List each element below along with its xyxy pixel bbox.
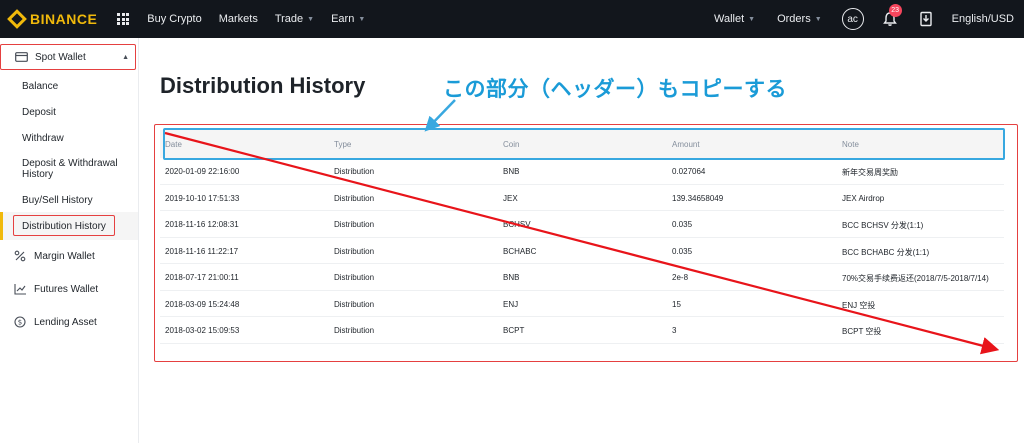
- chevron-up-icon: ▲: [122, 53, 129, 61]
- sidebar-item-buy-sell-history[interactable]: Buy/Sell History: [22, 195, 93, 206]
- cell-amount: 3: [672, 326, 677, 335]
- cell-date: 2018-07-17 21:00:11: [165, 273, 239, 282]
- cell-coin: BCPT: [503, 326, 525, 335]
- cell-type: Distribution: [334, 220, 375, 229]
- binance-logo[interactable]: BINANCE: [7, 9, 98, 29]
- cell-note: ENJ 空投: [842, 300, 876, 310]
- table-row: 2018-11-16 12:08:31 Distribution BCHSV 0.03…: [160, 211, 1004, 238]
- distribution-history-table: Date Type Coin Amount Note 2020-01-09 22…: [160, 130, 1004, 344]
- svg-text:$: $: [18, 319, 22, 327]
- cell-coin: JEX: [503, 193, 518, 203]
- cell-note: JEX Airdrop: [842, 193, 885, 203]
- wallet-card-icon: [13, 52, 29, 62]
- annotation-text: この部分（ヘッダー）もコピーする: [443, 77, 787, 101]
- language-currency-selector[interactable]: English/USD: [952, 13, 1014, 25]
- cell-amount: 0.035: [672, 220, 693, 229]
- download-app-button[interactable]: [918, 11, 934, 27]
- sidebar-item-withdraw[interactable]: Withdraw: [22, 133, 64, 144]
- table-row: 2019-10-10 17:51:33 Distribution JEX 139.34…: [160, 185, 1004, 211]
- download-icon: [919, 11, 932, 27]
- cell-type: Distribution: [334, 193, 375, 203]
- chevron-down-icon: ▼: [307, 15, 315, 23]
- cell-date: 2019-10-10 17:51:33: [165, 193, 240, 203]
- binance-logo-icon: [7, 9, 27, 29]
- notification-bell[interactable]: 23: [882, 4, 902, 27]
- cell-type: Distribution: [334, 299, 375, 309]
- cell-date: 2018-11-16 12:08:31: [165, 220, 239, 229]
- nav-orders[interactable]: Orders ▼: [777, 13, 822, 25]
- avatar[interactable]: ac: [841, 8, 864, 30]
- chevron-down-icon: ▼: [748, 15, 756, 23]
- sidebar-spot-wallet[interactable]: Spot Wallet ▲: [0, 44, 136, 70]
- sidebar-spot-wallet-label: Spot Wallet: [35, 51, 86, 63]
- nav-markets[interactable]: Markets: [219, 13, 258, 25]
- table-row: 2018-07-17 21:00:11 Distribution BNB 2e-8 70…: [160, 264, 1004, 291]
- main-nav: Buy Crypto Markets Trade ▼ Earn ▼: [147, 13, 382, 25]
- table-row: 2018-11-16 11:22:17 Distribution BCHABC 0.0…: [160, 238, 1004, 264]
- cell-type: Distribution: [334, 273, 375, 282]
- dollar-coin-icon: $: [12, 316, 28, 328]
- percent-icon: [12, 250, 28, 262]
- cell-amount: 139.34658049: [672, 193, 724, 203]
- sidebar-item-deposit-withdrawal-history[interactable]: Deposit & Withdrawal History: [22, 158, 127, 180]
- sidebar-futures-wallet-label: Futures Wallet: [34, 283, 99, 295]
- cell-amount: 0.035: [672, 246, 693, 256]
- sidebar-lending-asset[interactable]: $ Lending Asset: [0, 314, 97, 330]
- cell-date: 2020-01-09 22:16:00: [165, 167, 240, 176]
- table-row: 2018-03-02 15:09:53 Distribution BCPT 3 BCPT…: [160, 317, 1004, 344]
- apps-grid-icon[interactable]: [117, 13, 130, 25]
- chevron-down-icon: ▼: [814, 15, 822, 23]
- sidebar-futures-wallet[interactable]: Futures Wallet: [0, 281, 98, 297]
- sidebar-lending-asset-label: Lending Asset: [34, 316, 97, 328]
- active-item-indicator: [0, 212, 3, 240]
- cell-note: BCPT 空投: [842, 327, 882, 336]
- sidebar-item-deposit[interactable]: Deposit: [22, 107, 56, 118]
- table-row: 2020-01-09 22:16:00 Distribution BNB 0.0270…: [160, 158, 1004, 185]
- futures-chart-icon: [12, 283, 28, 295]
- sidebar-margin-wallet[interactable]: Margin Wallet: [0, 248, 95, 264]
- cell-date: 2018-11-16 11:22:17: [165, 246, 239, 256]
- cell-amount: 0.027064: [672, 167, 706, 176]
- wallet-sidebar: Spot Wallet ▲ Balance Deposit Withdraw D…: [0, 38, 139, 443]
- cell-note: 新年交易周奖励: [842, 168, 898, 177]
- cell-amount: 15: [672, 299, 681, 309]
- sidebar-margin-wallet-label: Margin Wallet: [34, 250, 95, 262]
- annotation-highlight-box: [13, 215, 115, 236]
- notification-count-badge: 23: [888, 4, 902, 17]
- table-body: 2020-01-09 22:16:00 Distribution BNB 0.0270…: [160, 158, 1004, 344]
- cell-coin: BNB: [503, 167, 520, 176]
- logo-text: BINANCE: [30, 11, 98, 27]
- cell-note: 70%交易手续费返还(2018/7/5-2018/7/14): [842, 274, 989, 283]
- nav-wallet[interactable]: Wallet ▼: [714, 13, 755, 25]
- sidebar-item-balance[interactable]: Balance: [22, 81, 58, 92]
- cell-coin: BNB: [503, 273, 520, 282]
- cell-date: 2018-03-02 15:09:53: [165, 326, 240, 335]
- cell-coin: BCHABC: [503, 246, 537, 256]
- table-row: 2018-03-09 15:24:48 Distribution ENJ 15 ENJ …: [160, 291, 1004, 317]
- cell-amount: 2e-8: [672, 273, 689, 282]
- chevron-down-icon: ▼: [358, 15, 366, 23]
- cell-type: Distribution: [334, 326, 375, 335]
- top-navbar: BINANCE Buy Crypto Markets Trade ▼ Earn ▼ …: [0, 0, 1024, 38]
- nav-trade[interactable]: Trade ▼: [275, 13, 314, 25]
- cell-coin: BCHSV: [503, 220, 531, 229]
- nav-earn[interactable]: Earn ▼: [331, 13, 365, 25]
- cell-date: 2018-03-09 15:24:48: [165, 299, 240, 309]
- cell-note: BCC BCHSV 分发(1:1): [842, 221, 924, 230]
- nav-buy-crypto[interactable]: Buy Crypto: [147, 13, 201, 25]
- cell-coin: ENJ: [503, 299, 519, 309]
- cell-note: BCC BCHABC 分发(1:1): [842, 247, 930, 257]
- annotation-header-frame: [163, 128, 1005, 160]
- page-title: Distribution History: [160, 73, 366, 98]
- cell-type: Distribution: [334, 167, 375, 176]
- cell-type: Distribution: [334, 246, 375, 256]
